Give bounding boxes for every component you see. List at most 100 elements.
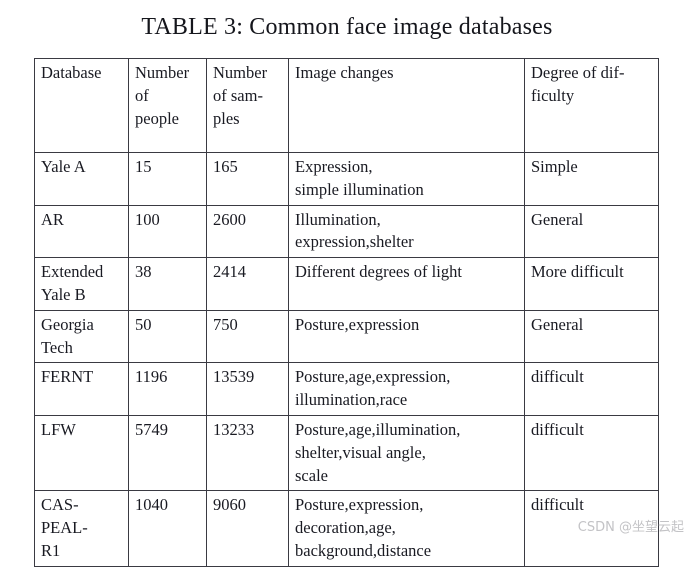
table-row: LFW 5749 13233 Posture,age,illumination,…	[34, 414, 659, 492]
text-line: Expression,	[295, 157, 373, 176]
text-line: 750	[213, 314, 238, 334]
text-line: ficulty	[531, 85, 575, 105]
table-row: FERNT 1196 13539 Posture,age,expression,…	[34, 362, 659, 416]
text-line: 5749	[135, 419, 168, 439]
text-line: shelter,visual angle,	[295, 442, 426, 462]
text-line: AR	[41, 209, 64, 229]
cell-number-of-people-lines: 38	[135, 261, 201, 284]
column-header-number-of-samples: Number of sam-ples	[206, 58, 289, 153]
table-row: Georgia Tech 50 750 Posture,expression Ge…	[34, 309, 659, 364]
text-line: difficult	[531, 495, 584, 515]
text-line: 100	[135, 209, 160, 229]
text-line: General	[531, 314, 584, 334]
text-line: ples	[213, 108, 240, 128]
csdn-watermark: CSDN @坐望云起	[577, 520, 684, 535]
text-line: Yale A	[41, 157, 86, 176]
cell-database-lines: Yale A	[41, 156, 123, 179]
text-line: difficult	[531, 367, 584, 387]
cell-image-changes: Posture,age,illumination, shelter,visual …	[288, 414, 525, 492]
cell-number-of-people: 100	[128, 204, 207, 259]
cell-number-of-samples-lines: 9060	[213, 494, 283, 517]
text-line: 1196	[135, 367, 168, 387]
cell-number-of-people: 1040	[128, 490, 207, 567]
cell-image-changes-lines: Expression, simple illumination	[295, 156, 519, 202]
text-line: scale	[295, 465, 328, 485]
cell-database-lines: AR	[41, 209, 123, 232]
cell-number-of-people-lines: 100	[135, 209, 201, 232]
cell-degree-of-difficulty-lines: difficult	[531, 419, 653, 442]
text-line: Illumination,	[295, 209, 381, 229]
text-line: Number	[213, 63, 268, 82]
text-line: 13233	[213, 419, 255, 439]
text-line: 2414	[213, 262, 246, 282]
text-line: 165	[213, 157, 238, 176]
text-line: More difficult	[531, 262, 624, 282]
text-line: Posture,expression	[295, 314, 420, 334]
table-row: AR 100 2600 Illumination, expression,shel…	[34, 204, 659, 259]
cell-database: CAS- PEAL- R1	[34, 490, 129, 567]
cell-database: Extended Yale B	[34, 257, 129, 311]
cell-degree-of-difficulty: difficult	[524, 362, 659, 416]
cell-database: AR	[34, 204, 129, 259]
text-line: Georgia	[41, 314, 94, 334]
text-line: 9060	[213, 495, 246, 515]
cell-image-changes-lines: Illumination, expression,shelter	[295, 209, 519, 255]
text-line: 50	[135, 314, 152, 334]
cell-degree-of-difficulty-lines: difficult	[531, 366, 653, 389]
text-line: Image changes	[295, 63, 394, 82]
cell-degree-of-difficulty: difficult	[524, 414, 659, 492]
cell-database-lines: CAS- PEAL- R1	[41, 494, 123, 562]
cell-degree-of-difficulty-lines: difficult	[531, 494, 653, 517]
text-line: expression,shelter	[295, 232, 414, 252]
text-line: of	[135, 85, 149, 105]
cell-number-of-samples-lines: 13539	[213, 366, 283, 389]
cell-degree-of-difficulty-lines: More difficult	[531, 261, 653, 284]
cell-number-of-people: 5749	[128, 414, 207, 492]
cell-number-of-people-lines: 1040	[135, 494, 201, 517]
cell-number-of-people-lines: 50	[135, 314, 201, 337]
cell-number-of-samples: 165	[206, 152, 289, 206]
column-header-database-lines: Database	[41, 62, 123, 85]
cell-database: LFW	[34, 414, 129, 492]
cell-degree-of-difficulty-lines: General	[531, 314, 653, 337]
cell-database-lines: Georgia Tech	[41, 314, 123, 360]
column-header-degree-of-difficulty: Degree of dif-ficulty	[524, 58, 659, 153]
table-row: Yale A 15 165 Expression, simple illumina…	[34, 152, 659, 206]
text-line: 38	[135, 262, 152, 282]
column-header-degree-of-difficulty-lines: Degree of dif-ficulty	[531, 62, 653, 108]
cell-database: Yale A	[34, 152, 129, 206]
text-line: illumination,race	[295, 390, 408, 410]
cell-degree-of-difficulty: Simple	[524, 152, 659, 206]
text-line: Number	[135, 63, 190, 82]
cell-degree-of-difficulty: General	[524, 204, 659, 259]
column-header-number-of-samples-lines: Number of sam-ples	[213, 62, 283, 130]
text-line: Yale B	[41, 284, 86, 304]
cell-image-changes: Posture,expression	[288, 309, 525, 364]
text-line: R1	[41, 540, 61, 560]
cell-number-of-samples-lines: 165	[213, 156, 283, 179]
text-line: Posture,age,expression,	[295, 367, 451, 387]
text-line: Posture,expression,	[295, 495, 424, 515]
text-line: decoration,age,	[295, 518, 396, 538]
column-header-image-changes-lines: Image changes	[295, 62, 519, 85]
text-line: Degree of dif-	[531, 63, 625, 82]
cell-degree-of-difficulty-lines: Simple	[531, 156, 653, 179]
cell-degree-of-difficulty: General	[524, 309, 659, 364]
cell-number-of-people: 50	[128, 309, 207, 364]
column-header-image-changes: Image changes	[288, 58, 525, 153]
cell-number-of-samples: 2600	[206, 204, 289, 259]
cell-number-of-people-lines: 1196	[135, 366, 201, 389]
text-line: Extended	[41, 262, 104, 282]
cell-image-changes-lines: Posture,age,illumination, shelter,visual …	[295, 419, 519, 487]
text-line: of sam-	[213, 85, 263, 105]
cell-degree-of-difficulty-lines: General	[531, 209, 653, 232]
text-line: 13539	[213, 367, 255, 387]
text-line: 15	[135, 157, 152, 176]
cell-image-changes-lines: Posture,expression, decoration,age, backgr…	[295, 494, 519, 562]
text-line: Tech	[41, 337, 73, 357]
text-line: Posture,age,illumination,	[295, 419, 461, 439]
text-line: simple illumination	[295, 179, 424, 199]
cell-database-lines: FERNT	[41, 366, 123, 389]
cell-image-changes: Illumination, expression,shelter	[288, 204, 525, 259]
text-line: FERNT	[41, 367, 94, 387]
